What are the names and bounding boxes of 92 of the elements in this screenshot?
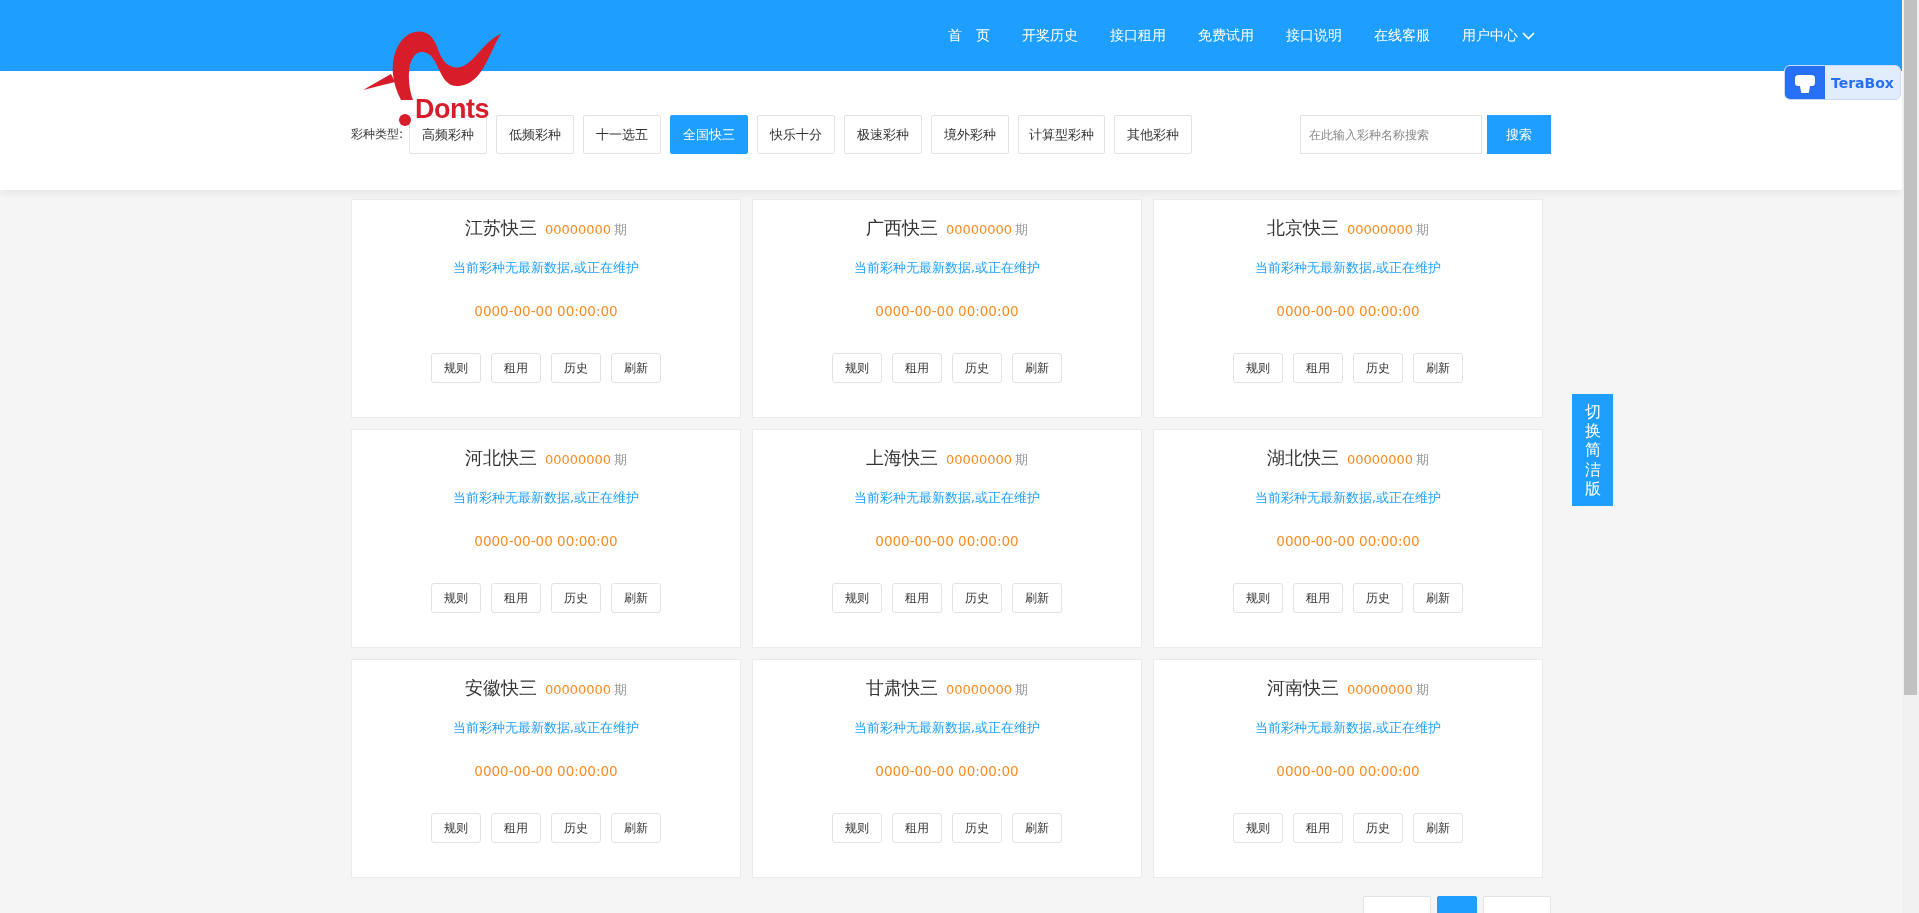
card-action-button[interactable]: 租用 xyxy=(892,583,942,613)
status-message: 当前彩种无最新数据,或正在维护 xyxy=(453,490,639,507)
card-action-button[interactable]: 租用 xyxy=(892,353,942,383)
card-action-button[interactable]: 规则 xyxy=(431,353,481,383)
scrollbar[interactable] xyxy=(1902,0,1919,913)
card-action-button[interactable]: 历史 xyxy=(1353,353,1403,383)
draw-time: 0000-00-00 00:00:00 xyxy=(1276,763,1420,779)
card-action-button[interactable]: 规则 xyxy=(1233,353,1283,383)
card-action-button[interactable]: 历史 xyxy=(952,353,1002,383)
card-action-button[interactable]: 历史 xyxy=(551,353,601,383)
status-message: 当前彩种无最新数据,或正在维护 xyxy=(854,260,1040,277)
card-action-button[interactable]: 租用 xyxy=(491,813,541,843)
issue-number: 00000000 xyxy=(544,452,612,467)
category-tab[interactable]: 快乐十分 xyxy=(757,115,836,154)
card-action-button[interactable]: 刷新 xyxy=(1012,353,1062,383)
draw-time: 0000-00-00 00:00:00 xyxy=(875,303,1019,319)
status-message: 当前彩种无最新数据,或正在维护 xyxy=(854,720,1040,737)
card-action-button[interactable]: 刷新 xyxy=(1012,813,1062,843)
issue-number: 00000000 xyxy=(544,682,612,697)
draw-time: 0000-00-00 00:00:00 xyxy=(875,533,1019,549)
issue-number: 00000000 xyxy=(1346,682,1414,697)
card-action-button[interactable]: 历史 xyxy=(952,813,1002,843)
issue-unit: 期 xyxy=(1015,681,1029,699)
category-tab[interactable]: 境外彩种 xyxy=(931,115,1010,154)
lottery-name: 江苏快三 xyxy=(464,216,537,240)
card-action-button[interactable]: 规则 xyxy=(431,583,481,613)
category-tab[interactable]: 其他彩种 xyxy=(1114,115,1193,154)
card-action-button[interactable]: 刷新 xyxy=(1413,583,1463,613)
issue-number: 00000000 xyxy=(945,222,1013,237)
card-action-button[interactable]: 历史 xyxy=(952,583,1002,613)
search-field[interactable]: 在此输入彩种名称搜索 xyxy=(1300,115,1482,154)
draw-time: 0000-00-00 00:00:00 xyxy=(474,533,618,549)
status-message: 当前彩种无最新数据,或正在维护 xyxy=(453,720,639,737)
card-action-button[interactable]: 规则 xyxy=(832,353,882,383)
status-message: 当前彩种无最新数据,或正在维护 xyxy=(1255,490,1441,507)
issue-number: 00000000 xyxy=(945,682,1013,697)
issue-number: 00000000 xyxy=(1346,452,1414,467)
terabox-button[interactable]: TeraBox xyxy=(1784,65,1901,100)
card-action-button[interactable]: 刷新 xyxy=(611,583,661,613)
draw-time: 0000-00-00 00:00:00 xyxy=(875,763,1019,779)
card-action-button[interactable]: 规则 xyxy=(832,583,882,613)
status-message: 当前彩种无最新数据,或正在维护 xyxy=(453,260,639,277)
card-action-button[interactable]: 规则 xyxy=(832,813,882,843)
card-action-button[interactable]: 租用 xyxy=(1293,583,1343,613)
card-action-button[interactable]: 历史 xyxy=(551,583,601,613)
issue-unit: 期 xyxy=(1015,221,1029,239)
draw-time: 0000-00-00 00:00:00 xyxy=(1276,533,1420,549)
card-action-button[interactable]: 刷新 xyxy=(611,813,661,843)
issue-unit: 期 xyxy=(1416,221,1430,239)
lottery-name: 安徽快三 xyxy=(464,676,537,700)
status-message: 当前彩种无最新数据,或正在维护 xyxy=(1255,720,1441,737)
status-message: 当前彩种无最新数据,或正在维护 xyxy=(854,490,1040,507)
card-action-button[interactable]: 租用 xyxy=(1293,813,1343,843)
issue-unit: 期 xyxy=(1015,451,1029,469)
category-tab[interactable]: 极速彩种 xyxy=(844,115,923,154)
card-action-button[interactable]: 租用 xyxy=(1293,353,1343,383)
issue-unit: 期 xyxy=(1416,681,1430,699)
category-tab[interactable]: 计算型彩种 xyxy=(1018,115,1106,154)
card-action-button[interactable]: 刷新 xyxy=(1413,813,1463,843)
card-action-button[interactable]: 刷新 xyxy=(611,353,661,383)
lottery-name: 河南快三 xyxy=(1266,676,1339,700)
issue-unit: 期 xyxy=(614,681,628,699)
card-action-button[interactable]: 租用 xyxy=(491,353,541,383)
draw-time: 0000-00-00 00:00:00 xyxy=(1276,303,1420,319)
card-action-button[interactable]: 刷新 xyxy=(1413,353,1463,383)
card-action-button[interactable]: 租用 xyxy=(491,583,541,613)
category-tab[interactable]: 十一选五 xyxy=(583,115,662,154)
card-action-button[interactable]: 规则 xyxy=(1233,813,1283,843)
lottery-name: 湖北快三 xyxy=(1266,446,1339,470)
card-action-button[interactable]: 租用 xyxy=(892,813,942,843)
lottery-name: 广西快三 xyxy=(865,216,938,240)
card-action-button[interactable]: 规则 xyxy=(431,813,481,843)
lottery-name: 甘肃快三 xyxy=(865,676,938,700)
issue-number: 00000000 xyxy=(1346,222,1414,237)
card-action-button[interactable]: 历史 xyxy=(1353,813,1403,843)
lottery-name: 河北快三 xyxy=(464,446,537,470)
category-tab[interactable]: 低频彩种 xyxy=(496,115,575,154)
issue-unit: 期 xyxy=(1416,451,1430,469)
card-action-button[interactable]: 规则 xyxy=(1233,583,1283,613)
issue-number: 00000000 xyxy=(945,452,1013,467)
issue-unit: 期 xyxy=(614,221,628,239)
lottery-name: 上海快三 xyxy=(865,446,938,470)
card-action-button[interactable]: 历史 xyxy=(551,813,601,843)
lottery-name: 北京快三 xyxy=(1266,216,1339,240)
card-action-button[interactable]: 历史 xyxy=(1353,583,1403,613)
card-action-button[interactable]: 刷新 xyxy=(1012,583,1062,613)
draw-time: 0000-00-00 00:00:00 xyxy=(474,303,618,319)
issue-unit: 期 xyxy=(614,451,628,469)
draw-time: 0000-00-00 00:00:00 xyxy=(474,763,618,779)
filter-label: 彩种类型: xyxy=(351,126,404,143)
issue-number: 00000000 xyxy=(544,222,612,237)
status-message: 当前彩种无最新数据,或正在维护 xyxy=(1255,260,1441,277)
